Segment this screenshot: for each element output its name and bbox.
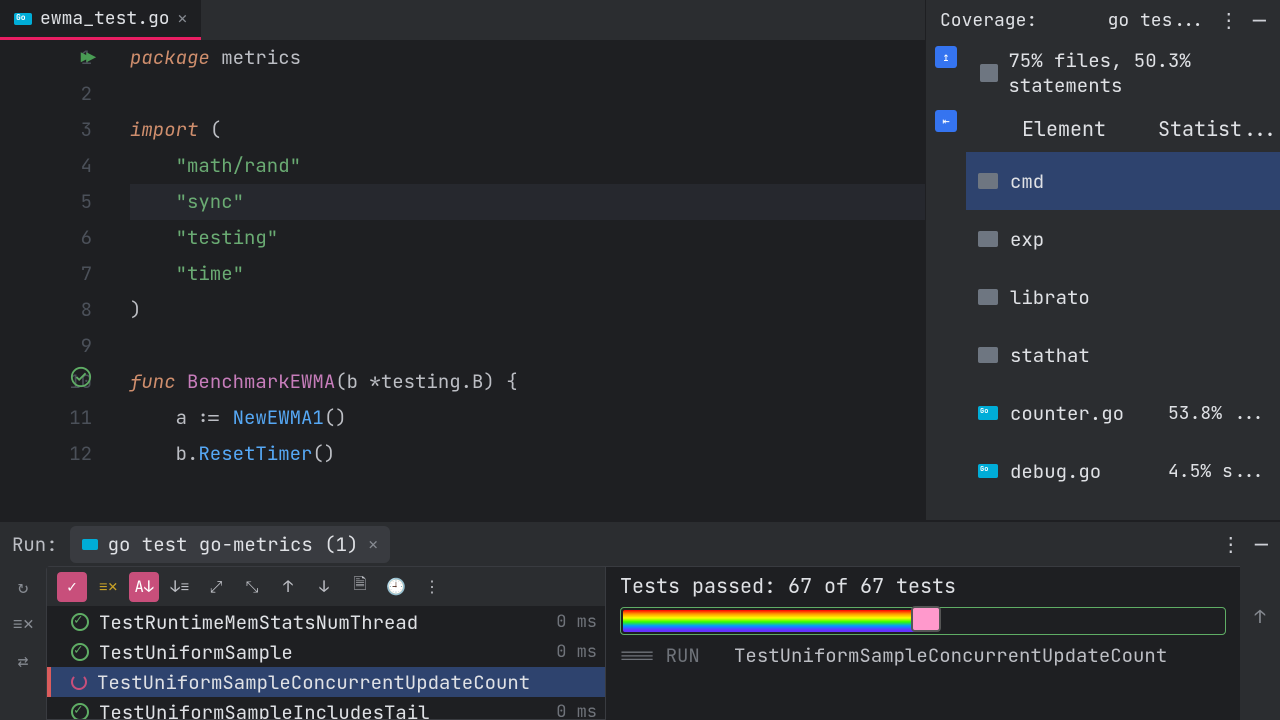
go-file-icon <box>978 406 998 420</box>
coverage-item-name: debug.go <box>1010 459 1156 484</box>
coverage-item[interactable]: librato <box>966 268 1280 326</box>
folder-icon <box>978 173 998 189</box>
coverage-item[interactable]: exp <box>966 210 1280 268</box>
coverage-item[interactable]: cmd <box>966 152 1280 210</box>
go-run-icon <box>82 539 98 550</box>
test-gutter-icon[interactable] <box>70 364 92 400</box>
show-passed-icon[interactable]: ✓ <box>57 572 87 602</box>
test-time: 0 ms <box>556 641 597 663</box>
more-icon[interactable]: ⋮ <box>417 572 447 602</box>
nav-up-icon[interactable]: ↥ <box>935 46 957 68</box>
coverage-item-name: stathat <box>1010 343 1156 368</box>
check-icon <box>71 643 89 661</box>
next-icon[interactable]: ↓ <box>309 572 339 602</box>
run-label: Run: <box>12 532 58 557</box>
prev-icon[interactable]: ↑ <box>273 572 303 602</box>
coverage-item[interactable]: debug.go 4.5% s... <box>966 442 1280 500</box>
hide-icon[interactable]: — <box>1255 530 1268 559</box>
nyan-cat-icon <box>911 606 941 632</box>
test-name: TestRuntimeMemStatsNumThread <box>99 610 546 635</box>
progress-bar <box>620 607 1226 635</box>
close-icon[interactable]: ✕ <box>368 534 378 555</box>
coverage-item[interactable]: counter.go 53.8% ... <box>966 384 1280 442</box>
test-row[interactable]: TestUniformSample 0 ms <box>47 637 605 667</box>
test-row[interactable]: TestUniformSampleIncludesTail 0 ms <box>47 697 605 719</box>
more-icon[interactable]: ⋮ <box>1221 531 1241 557</box>
run-tab-name: go test go-metrics (1) <box>108 532 359 557</box>
close-icon[interactable]: ✕ <box>178 8 188 29</box>
test-tree-pane: ✓ ≡✕ A↓ ↓≡ ⤢ ⤡ ↑ ↓ 🗎 🕘 ⋮ TestRuntimeMemS… <box>46 566 606 720</box>
run-panel: Run: go test go-metrics (1) ✕ ⋮ — ↻ ≡✕ ⇄… <box>0 520 1280 720</box>
coverage-item-name: librato <box>1010 285 1156 310</box>
coverage-item-name: exp <box>1010 227 1156 252</box>
filter-icon[interactable]: ≡✕ <box>12 613 34 636</box>
editor-code[interactable]: package metricsimport ( "math/rand" "syn… <box>120 40 925 520</box>
run-config-tab[interactable]: go test go-metrics (1) ✕ <box>70 526 390 563</box>
run-gutter-icon[interactable]: ▶▶ <box>81 40 92 76</box>
test-console: Tests passed: 67 of 67 tests === RUN Tes… <box>606 566 1240 720</box>
collapse-icon[interactable]: ⤡ <box>237 572 267 602</box>
expand-icon[interactable]: ⤢ <box>201 572 231 602</box>
export-icon[interactable]: 🗎 <box>345 572 375 602</box>
coverage-item-name: counter.go <box>1010 401 1156 426</box>
spinner-icon <box>71 674 87 690</box>
folder-icon <box>978 347 998 363</box>
coverage-title: Coverage: <box>940 9 1037 32</box>
editor-tab-active[interactable]: ewma_test.go ✕ <box>0 0 201 40</box>
console-output[interactable]: === RUN TestUniformSampleConcurrentUpdat… <box>620 643 1226 668</box>
coverage-item-stat: 4.5% s... <box>1168 460 1268 483</box>
coverage-panel: Coverage: go tes... ⋮ — ↥ ⇤ 75% files, 5… <box>925 0 1280 520</box>
test-time: 0 ms <box>556 611 597 633</box>
tab-filename: ewma_test.go <box>40 7 170 30</box>
history-icon[interactable]: 🕘 <box>381 572 411 602</box>
coverage-columns: Element Statist... <box>966 106 1280 152</box>
col-element[interactable]: Element <box>978 116 1158 142</box>
run-side-toolbar: ↻ ≡✕ ⇄ <box>0 566 46 720</box>
rerun-icon[interactable]: ↻ <box>18 576 29 599</box>
sort-duration-icon[interactable]: ↓≡ <box>165 572 195 602</box>
hide-icon[interactable]: — <box>1253 6 1266 35</box>
test-name: TestUniformSampleConcurrentUpdateCount <box>97 670 587 695</box>
more-icon[interactable]: ⋮ <box>1219 7 1239 33</box>
folder-icon <box>978 231 998 247</box>
editor-tab-bar: ewma_test.go ✕ <box>0 0 925 40</box>
coverage-item-stat: 53.8% ... <box>1168 402 1268 425</box>
folder-icon <box>978 289 998 305</box>
test-name: TestUniformSample <box>99 640 546 665</box>
folder-up-icon[interactable] <box>980 64 998 82</box>
test-row[interactable]: TestRuntimeMemStatsNumThread 0 ms <box>47 607 605 637</box>
scroll-top-icon[interactable]: ↑ <box>1255 606 1266 629</box>
check-icon <box>71 703 89 719</box>
coverage-run-config[interactable]: go tes... <box>1108 9 1205 32</box>
coverage-item[interactable]: stathat <box>966 326 1280 384</box>
layout-icon[interactable]: ⇄ <box>18 650 29 673</box>
go-file-icon <box>978 464 998 478</box>
coverage-summary: 75% files, 50.3% statements <box>1008 48 1266 98</box>
go-file-icon <box>14 13 32 25</box>
collapse-icon[interactable]: ⇤ <box>935 110 957 132</box>
test-time: 0 ms <box>556 701 597 719</box>
test-row[interactable]: TestUniformSampleConcurrentUpdateCount <box>47 667 605 697</box>
editor-gutter: 1▶▶23456789101112 <box>0 40 120 520</box>
check-icon <box>71 613 89 631</box>
col-statistics[interactable]: Statist... <box>1158 116 1268 142</box>
test-name: TestUniformSampleIncludesTail <box>99 700 546 720</box>
sort-alpha-icon[interactable]: A↓ <box>129 572 159 602</box>
tests-passed-status: Tests passed: 67 of 67 tests <box>620 573 1226 599</box>
show-ignored-icon[interactable]: ≡✕ <box>93 572 123 602</box>
coverage-item-name: cmd <box>1010 169 1156 194</box>
